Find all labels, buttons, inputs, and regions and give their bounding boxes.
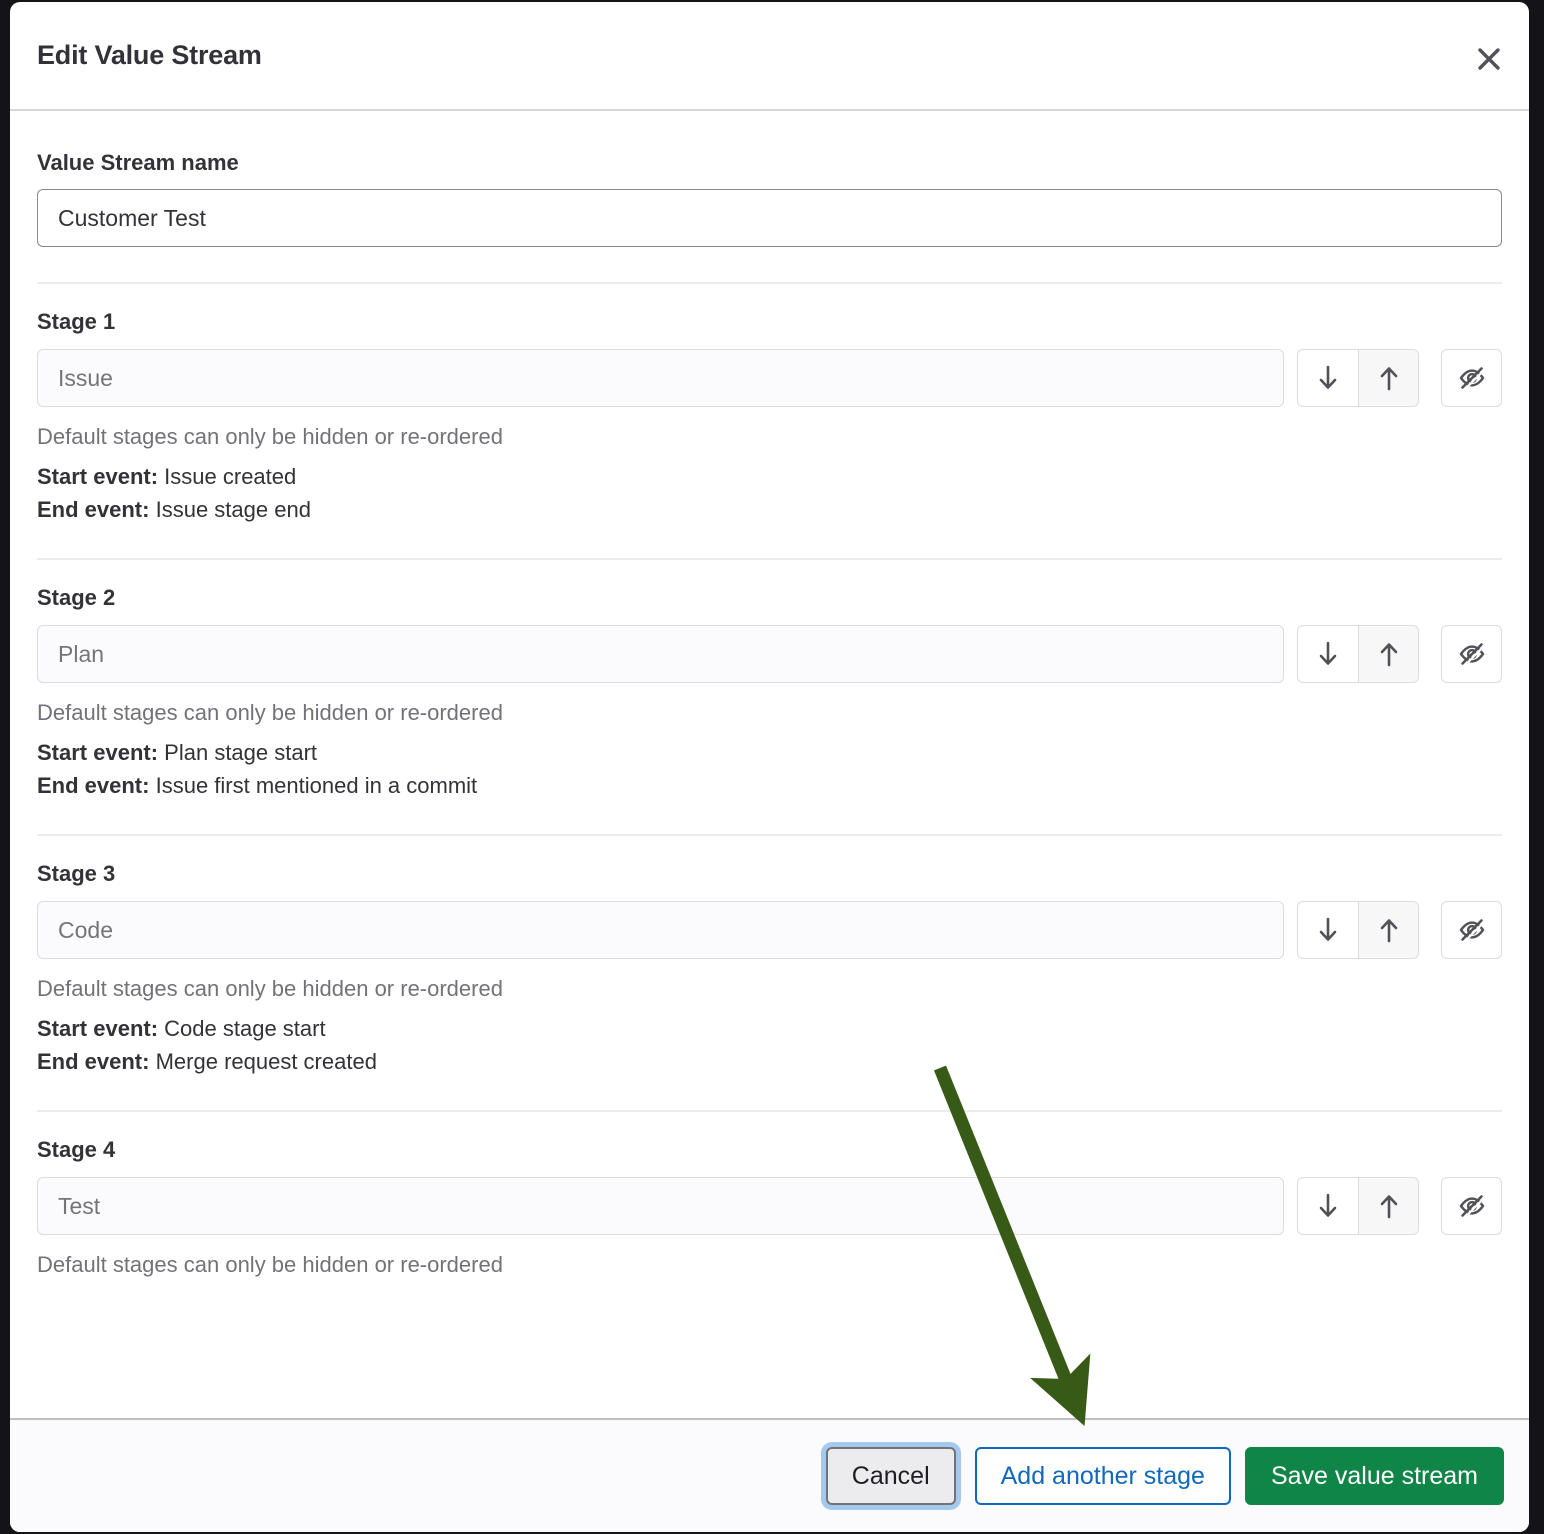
move-stage-down-button[interactable]	[1297, 349, 1358, 407]
stage-row	[37, 1177, 1502, 1235]
stage-name-input[interactable]	[37, 349, 1284, 407]
stage-helper-text: Default stages can only be hidden or re-…	[37, 1252, 1502, 1278]
end-event-label: End event:	[37, 497, 149, 522]
stage-reorder-group	[1297, 901, 1419, 959]
modal-body: Value Stream name Stage 1	[10, 111, 1529, 1418]
end-event-value: Merge request created	[156, 1049, 377, 1074]
stage-heading: Stage 2	[37, 585, 1502, 611]
start-event-label: Start event:	[37, 464, 158, 489]
stage-start-event: Start event: Code stage start	[37, 1016, 1502, 1042]
arrow-down-icon	[1316, 365, 1340, 391]
screen: Edit Value Stream Value Stream name Stag…	[0, 0, 1544, 1534]
eye-slash-icon	[1458, 640, 1486, 668]
page-title: Edit Value Stream	[37, 40, 262, 71]
modal-footer: Cancel Add another stage Save value stre…	[10, 1418, 1529, 1532]
move-stage-up-button[interactable]	[1358, 1177, 1419, 1235]
arrow-up-icon	[1377, 641, 1401, 667]
stage-reorder-group	[1297, 1177, 1419, 1235]
cancel-button[interactable]: Cancel	[826, 1447, 956, 1505]
end-event-value: Issue first mentioned in a commit	[156, 773, 478, 798]
save-value-stream-button[interactable]: Save value stream	[1245, 1447, 1504, 1505]
value-stream-name-input[interactable]	[37, 189, 1502, 247]
close-icon[interactable]	[1467, 37, 1511, 81]
move-stage-up-button[interactable]	[1358, 901, 1419, 959]
stage-divider	[37, 834, 1502, 836]
eye-slash-icon	[1458, 1192, 1486, 1220]
hide-stage-button[interactable]	[1441, 349, 1502, 407]
stage-heading: Stage 1	[37, 309, 1502, 335]
stage-name-input[interactable]	[37, 1177, 1284, 1235]
stage-block-4: Stage 4	[37, 1110, 1502, 1278]
eye-slash-icon	[1458, 364, 1486, 392]
hide-stage-button[interactable]	[1441, 1177, 1502, 1235]
modal-header: Edit Value Stream	[10, 2, 1529, 111]
add-another-stage-button[interactable]: Add another stage	[975, 1447, 1231, 1505]
close-icon-glyph	[1476, 46, 1502, 72]
stage-row	[37, 901, 1502, 959]
hide-stage-button[interactable]	[1441, 901, 1502, 959]
move-stage-down-button[interactable]	[1297, 1177, 1358, 1235]
move-stage-down-button[interactable]	[1297, 625, 1358, 683]
stage-helper-text: Default stages can only be hidden or re-…	[37, 424, 1502, 450]
stage-helper-text: Default stages can only be hidden or re-…	[37, 976, 1502, 1002]
stage-name-input[interactable]	[37, 625, 1284, 683]
start-event-value: Issue created	[164, 464, 296, 489]
stage-divider	[37, 558, 1502, 560]
stage-start-event: Start event: Plan stage start	[37, 740, 1502, 766]
stage-divider	[37, 282, 1502, 284]
stage-start-event: Start event: Issue created	[37, 464, 1502, 490]
stage-block-2: Stage 2	[37, 558, 1502, 799]
arrow-up-icon	[1377, 365, 1401, 391]
move-stage-up-button[interactable]	[1358, 625, 1419, 683]
stage-end-event: End event: Merge request created	[37, 1049, 1502, 1075]
start-event-value: Code stage start	[164, 1016, 325, 1041]
end-event-label: End event:	[37, 773, 149, 798]
stage-reorder-group	[1297, 625, 1419, 683]
start-event-value: Plan stage start	[164, 740, 317, 765]
hide-stage-button[interactable]	[1441, 625, 1502, 683]
end-event-value: Issue stage end	[156, 497, 311, 522]
value-stream-name-label: Value Stream name	[37, 150, 1502, 176]
stage-row	[37, 625, 1502, 683]
move-stage-up-button[interactable]	[1358, 349, 1419, 407]
start-event-label: Start event:	[37, 740, 158, 765]
eye-slash-icon	[1458, 916, 1486, 944]
stage-block-3: Stage 3	[37, 834, 1502, 1075]
arrow-up-icon	[1377, 917, 1401, 943]
stage-divider	[37, 1110, 1502, 1112]
stage-helper-text: Default stages can only be hidden or re-…	[37, 700, 1502, 726]
edit-value-stream-modal: Edit Value Stream Value Stream name Stag…	[10, 2, 1529, 1532]
arrow-up-icon	[1377, 1193, 1401, 1219]
stage-block-1: Stage 1	[37, 282, 1502, 523]
stage-heading: Stage 4	[37, 1137, 1502, 1163]
stage-end-event: End event: Issue stage end	[37, 497, 1502, 523]
start-event-label: Start event:	[37, 1016, 158, 1041]
arrow-down-icon	[1316, 917, 1340, 943]
stage-heading: Stage 3	[37, 861, 1502, 887]
stage-name-input[interactable]	[37, 901, 1284, 959]
arrow-down-icon	[1316, 1193, 1340, 1219]
stage-row	[37, 349, 1502, 407]
stage-reorder-group	[1297, 349, 1419, 407]
stage-end-event: End event: Issue first mentioned in a co…	[37, 773, 1502, 799]
end-event-label: End event:	[37, 1049, 149, 1074]
move-stage-down-button[interactable]	[1297, 901, 1358, 959]
arrow-down-icon	[1316, 641, 1340, 667]
